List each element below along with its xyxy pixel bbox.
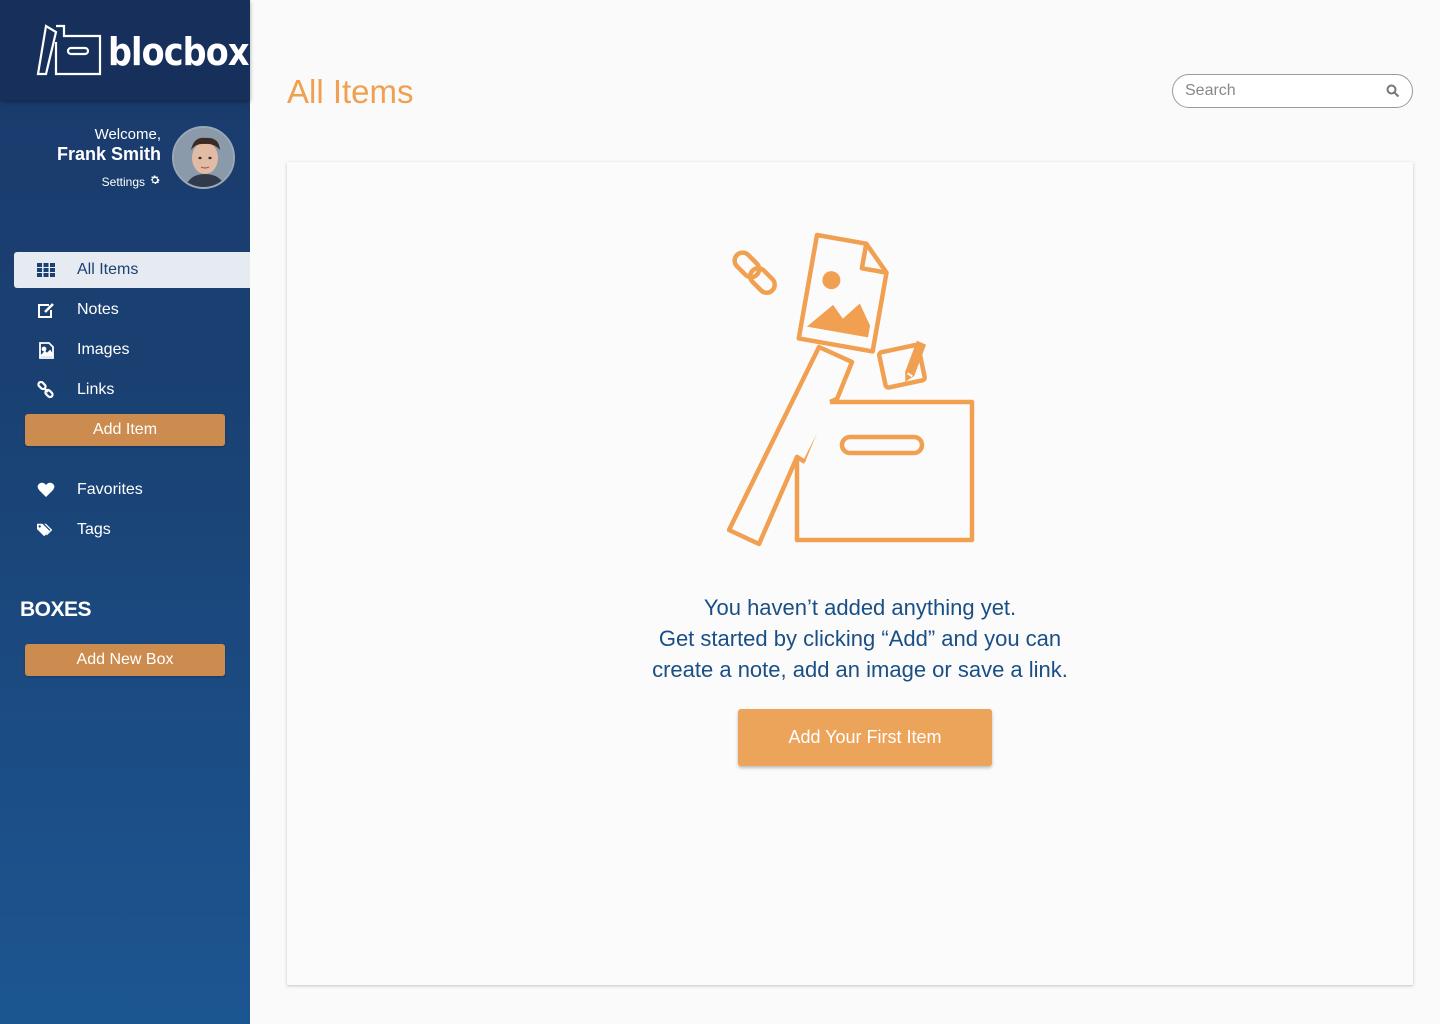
- heart-icon: [37, 481, 55, 499]
- settings-link[interactable]: Settings: [102, 174, 161, 189]
- nav-item-label: All Items: [77, 261, 139, 278]
- edit-icon: [37, 301, 55, 319]
- avatar[interactable]: [172, 126, 235, 189]
- blocbox-logo-icon[interactable]: [36, 22, 102, 81]
- main-nav: All Items Notes Images Links: [0, 252, 250, 412]
- empty-state-line-2: Get started by clicking “Add” and you ca…: [658, 626, 1062, 651]
- search-box: [1172, 74, 1413, 108]
- empty-state-line-3: create a note, add an image or save a li…: [652, 657, 1068, 682]
- tags-icon: [37, 521, 55, 539]
- brand-name[interactable]: blocbox: [108, 30, 249, 74]
- nav-item-images[interactable]: Images: [0, 332, 250, 368]
- add-first-item-button[interactable]: Add Your First Item: [738, 709, 992, 766]
- nav-item-tags[interactable]: Tags: [0, 512, 250, 548]
- sidebar: blocbox Welcome, Frank Smith Settings Al…: [0, 0, 250, 1024]
- nav-item-favorites[interactable]: Favorites: [0, 472, 250, 508]
- search-input[interactable]: [1185, 80, 1381, 102]
- add-new-box-button[interactable]: Add New Box: [25, 644, 225, 676]
- page-title: All Items: [287, 73, 414, 110]
- settings-label: Settings: [101, 174, 145, 189]
- gear-icon: [149, 174, 161, 189]
- nav-item-notes[interactable]: Notes: [0, 292, 250, 328]
- link-icon: [37, 381, 55, 399]
- nav-item-links[interactable]: Links: [0, 372, 250, 408]
- grid-icon: [37, 261, 55, 279]
- nav-item-label: Notes: [77, 301, 119, 318]
- empty-state-message: You haven’t added anything yet. Get star…: [287, 592, 1433, 685]
- add-item-button[interactable]: Add Item: [25, 414, 225, 446]
- boxes-heading: BOXES: [20, 598, 92, 621]
- welcome-text: Welcome,: [94, 126, 161, 143]
- nav-item-label: Links: [77, 381, 115, 398]
- nav-item-label: Favorites: [77, 481, 143, 498]
- logo-bar: blocbox: [0, 0, 250, 100]
- nav-item-label: Images: [77, 341, 130, 358]
- image-file-icon: [37, 341, 55, 359]
- empty-box-illustration: [726, 227, 987, 557]
- content-card: You haven’t added anything yet. Get star…: [287, 162, 1413, 985]
- user-name: Frank Smith: [56, 144, 161, 164]
- search-icon[interactable]: [1386, 84, 1400, 103]
- empty-state-line-1: You haven’t added anything yet.: [703, 595, 1017, 620]
- nav-item-label: Tags: [77, 521, 111, 538]
- user-profile: Welcome, Frank Smith Settings: [0, 120, 250, 200]
- nav-item-all-items[interactable]: All Items: [14, 252, 250, 288]
- secondary-nav: Favorites Tags: [0, 472, 250, 552]
